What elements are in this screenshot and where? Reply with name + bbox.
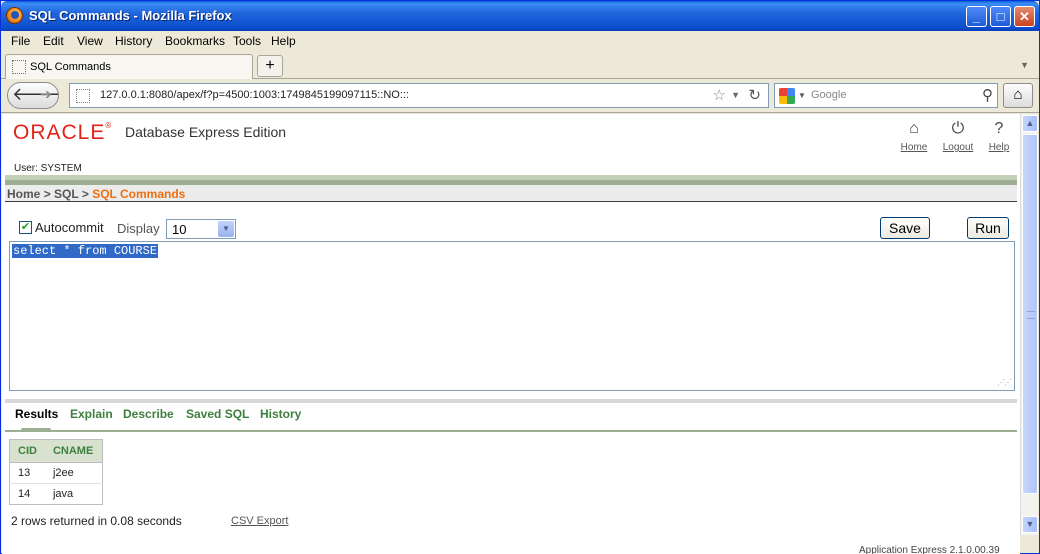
scroll-down-arrow-icon[interactable]: ▼ [1022, 516, 1038, 533]
site-identity-icon[interactable] [76, 89, 90, 103]
tab-history[interactable]: History [260, 407, 301, 421]
save-button[interactable]: Save [880, 217, 930, 239]
browser-home-button[interactable]: ⌂ [1003, 83, 1033, 108]
firefox-logo-icon [6, 7, 23, 24]
help-icon: ? [994, 120, 1004, 137]
table-header-row: CID CNAME [9, 439, 103, 463]
display-rows-select[interactable]: 10 ▼ [166, 219, 236, 239]
window-resize-grip[interactable] [1020, 535, 1038, 553]
command-toolbar: ✔ Autocommit Display 10 ▼ Save Run [5, 214, 1017, 240]
display-rows-value: 10 [172, 222, 187, 237]
tab-explain[interactable]: Explain [70, 407, 113, 421]
results-table: CID CNAME 13 j2ee 14 java [9, 439, 104, 505]
back-arrow-icon[interactable]: 🡐 [12, 84, 60, 105]
google-engine-icon[interactable] [779, 88, 795, 104]
breadcrumb-home[interactable]: Home [7, 187, 40, 201]
csv-export-link[interactable]: CSV Export [231, 515, 288, 527]
current-user: User: SYSTEM [14, 163, 82, 174]
minimize-button[interactable]: _ [966, 6, 987, 27]
tab-list-chevron-icon[interactable]: ▼ [1020, 60, 1029, 70]
title-bar: SQL Commands - Mozilla Firefox _ □ ✕ [1, 1, 1039, 31]
run-button[interactable]: Run [967, 217, 1009, 239]
maximize-button[interactable]: □ [990, 6, 1011, 27]
menu-tools[interactable]: Tools [233, 34, 261, 48]
product-name: Database Express Edition [125, 124, 287, 140]
cell-cid: 13 [9, 462, 45, 484]
cell-cname: j2ee [44, 462, 103, 484]
scroll-up-arrow-icon[interactable]: ▲ [1022, 115, 1038, 132]
resize-grip-icon[interactable]: ⋰⋰ [997, 378, 1012, 387]
oracle-logo: ORACLE® [13, 121, 113, 144]
menu-bar: File Edit View History Bookmarks Tools H… [1, 31, 1039, 51]
navigation-bar: 🡐 ➔ 127.0.0.1:8080/apex/f?p=4500:1003:17… [1, 79, 1039, 113]
engine-dropdown-icon[interactable]: ▼ [798, 91, 806, 100]
tab-describe[interactable]: Describe [123, 407, 174, 421]
sql-editor[interactable]: select * from COURSE ⋰⋰ [9, 241, 1015, 391]
chevron-down-icon[interactable]: ▼ [218, 221, 234, 237]
url-bar[interactable]: 127.0.0.1:8080/apex/f?p=4500:1003:174984… [69, 83, 769, 108]
forward-arrow-icon[interactable]: ➔ [40, 86, 52, 103]
rows-returned-summary: 2 rows returned in 0.08 seconds [11, 514, 182, 528]
tab-strip: SQL Commands + ▼ [1, 51, 1039, 79]
url-text[interactable]: 127.0.0.1:8080/apex/f?p=4500:1003:174984… [100, 89, 409, 101]
breadcrumb-current: SQL Commands [92, 187, 186, 201]
editor-results-divider[interactable] [5, 399, 1017, 403]
table-row: 14 java [9, 483, 103, 505]
window-title: SQL Commands - Mozilla Firefox [29, 8, 232, 23]
house-icon: ⌂ [1013, 86, 1023, 103]
app-version: Application Express 2.1.0.00.39 [859, 545, 1000, 554]
back-forward-group: 🡐 ➔ [7, 82, 60, 109]
scroll-thumb[interactable] [1022, 134, 1038, 494]
header-help-link[interactable]: ? Help [984, 120, 1014, 153]
vertical-scrollbar[interactable]: ▲ ▼ [1020, 114, 1038, 535]
column-header-cname: CNAME [44, 439, 103, 463]
table-row: 13 j2ee [9, 462, 103, 484]
autocommit-label[interactable]: Autocommit [35, 220, 104, 235]
page-content: ORACLE® Database Express Edition ⌂ Home … [2, 114, 1020, 554]
reload-icon[interactable]: ↻ [748, 86, 761, 104]
menu-file[interactable]: File [11, 34, 30, 48]
breadcrumb-bar: Home > SQL > SQL Commands [5, 185, 1017, 202]
header-home-link[interactable]: ⌂ Home [898, 120, 930, 153]
url-history-dropdown-icon[interactable]: ▼ [731, 90, 740, 100]
breadcrumb: Home > SQL > SQL Commands [7, 187, 186, 201]
tab-saved-sql[interactable]: Saved SQL [186, 407, 249, 421]
home-icon: ⌂ [909, 120, 919, 137]
active-tab-indicator [21, 428, 51, 432]
menu-edit[interactable]: Edit [43, 34, 64, 48]
bookmark-star-icon[interactable]: ☆ [713, 86, 726, 104]
browser-window: SQL Commands - Mozilla Firefox _ □ ✕ Fil… [0, 0, 1040, 554]
new-tab-button[interactable]: + [257, 55, 283, 77]
breadcrumb-sql[interactable]: SQL [54, 187, 78, 201]
menu-help[interactable]: Help [271, 34, 296, 48]
tab-results[interactable]: Results [15, 407, 58, 421]
power-icon: ⏻ [951, 120, 965, 137]
header-divider [5, 175, 1017, 185]
tab-sql-commands[interactable]: SQL Commands [5, 54, 253, 79]
display-label: Display [117, 221, 160, 236]
search-magnifier-icon[interactable]: ⚲ [982, 86, 993, 104]
search-placeholder: Google [811, 89, 847, 101]
sql-text[interactable]: select * from COURSE [12, 244, 159, 258]
column-header-cid: CID [9, 439, 45, 463]
search-bar[interactable]: ▼ Google ⚲ [774, 83, 998, 108]
menu-history[interactable]: History [115, 34, 152, 48]
page-icon [12, 60, 26, 74]
menu-bookmarks[interactable]: Bookmarks [165, 34, 225, 48]
result-tabs: Results Explain Describe Saved SQL Histo… [5, 406, 1017, 432]
autocommit-checkbox[interactable]: ✔ [19, 221, 32, 234]
cell-cname: java [44, 483, 103, 505]
menu-view[interactable]: View [77, 34, 103, 48]
tab-label: SQL Commands [30, 61, 111, 73]
close-button[interactable]: ✕ [1014, 6, 1035, 27]
cell-cid: 14 [9, 483, 45, 505]
header-logout-link[interactable]: ⏻ Logout [938, 120, 978, 153]
